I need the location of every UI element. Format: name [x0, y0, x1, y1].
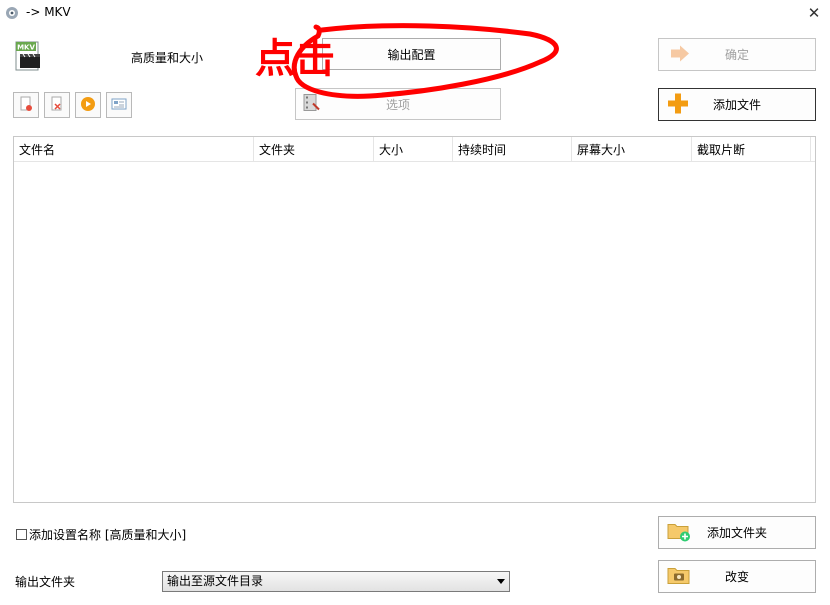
mkv-format-icon: MKV	[14, 40, 44, 72]
arrow-right-icon	[669, 43, 691, 66]
output-config-button[interactable]: 输出配置	[322, 38, 501, 70]
folder-camera-icon	[667, 565, 691, 588]
title-bar: -> MKV ✕	[0, 0, 830, 26]
add-folder-button[interactable]: 添加文件夹	[658, 516, 816, 549]
play-icon	[80, 96, 96, 115]
add-setting-name-checkbox[interactable]	[16, 529, 27, 540]
clear-list-icon	[49, 96, 65, 115]
output-config-label: 输出配置	[387, 47, 436, 62]
window-title: -> MKV	[26, 5, 71, 19]
app-icon	[4, 5, 20, 21]
options-label: 选项	[385, 97, 410, 112]
play-button[interactable]	[75, 92, 101, 118]
add-setting-name-label[interactable]: 添加设置名称 [高质量和大小]	[29, 526, 186, 543]
column-header-clip[interactable]: 截取片断	[692, 137, 811, 162]
column-header-filename[interactable]: 文件名	[14, 137, 254, 162]
dropdown-arrow-icon	[497, 579, 505, 584]
media-info-button[interactable]	[106, 92, 132, 118]
output-folder-label: 输出文件夹	[15, 575, 76, 589]
column-header-size[interactable]: 大小	[374, 137, 453, 162]
media-info-icon	[111, 96, 127, 115]
close-icon[interactable]: ✕	[804, 3, 824, 23]
output-folder-value: 输出至源文件目录	[167, 574, 264, 588]
output-folder-select[interactable]: 输出至源文件目录	[162, 571, 510, 592]
add-file-label: 添加文件	[712, 98, 761, 112]
clear-list-button[interactable]	[44, 92, 70, 118]
add-folder-icon	[667, 520, 691, 545]
plus-icon	[667, 92, 689, 117]
file-list[interactable]: 文件名 文件夹 大小 持续时间 屏幕大小 截取片断	[13, 136, 816, 503]
column-header-screen-size[interactable]: 屏幕大小	[572, 137, 692, 162]
ok-button[interactable]: 确定	[658, 38, 816, 71]
add-folder-label: 添加文件夹	[706, 526, 767, 540]
options-button[interactable]: 选项	[295, 88, 501, 120]
add-setting-name-option: 添加设置名称 [高质量和大小]	[16, 526, 186, 543]
remove-file-button[interactable]	[13, 92, 39, 118]
column-header-duration[interactable]: 持续时间	[453, 137, 572, 162]
file-list-header: 文件名 文件夹 大小 持续时间 屏幕大小 截取片断	[14, 137, 815, 162]
svg-text:MKV: MKV	[17, 44, 35, 52]
ok-label: 确定	[724, 48, 749, 62]
add-file-button[interactable]: 添加文件	[658, 88, 816, 121]
options-film-icon	[302, 93, 322, 116]
change-label: 改变	[724, 570, 749, 584]
change-button[interactable]: 改变	[658, 560, 816, 593]
profile-name: 高质量和大小	[131, 51, 204, 65]
remove-file-icon	[18, 96, 34, 115]
column-header-folder[interactable]: 文件夹	[254, 137, 374, 162]
